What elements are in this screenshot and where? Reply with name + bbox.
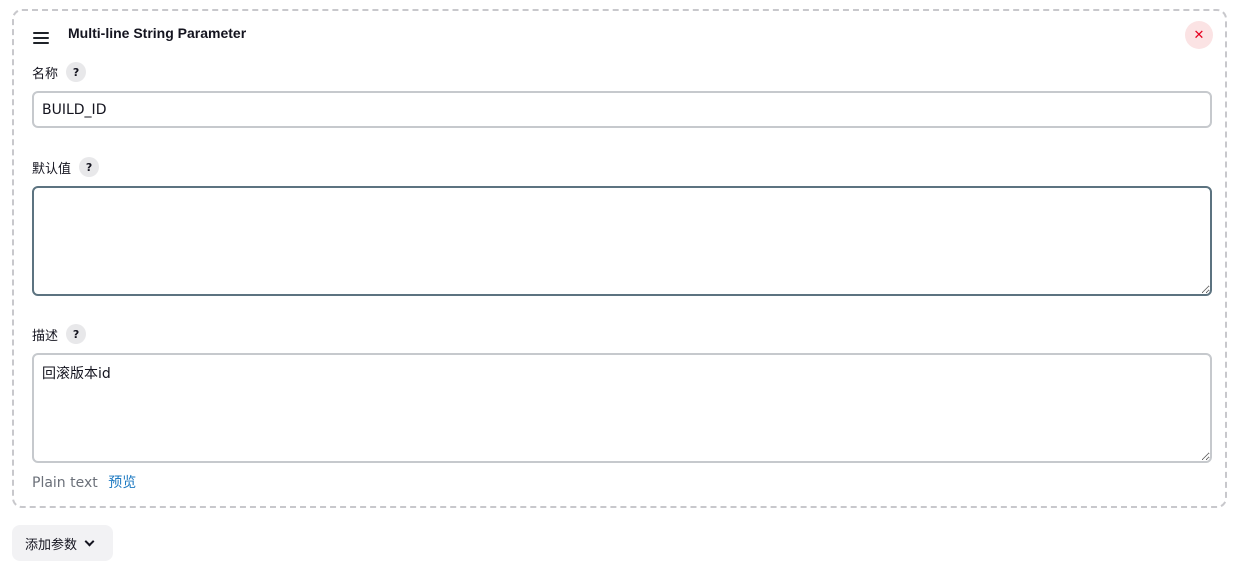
- plain-text-label: Plain text: [32, 475, 98, 491]
- default-value-label-text: 默认值: [32, 161, 72, 177]
- description-field-label: 描述 ?: [32, 324, 87, 344]
- default-value-textarea[interactable]: [32, 186, 1212, 296]
- format-links: Plain text 预览: [32, 472, 136, 492]
- name-label-text: 名称: [32, 66, 59, 82]
- preview-link[interactable]: 预览: [108, 475, 136, 491]
- parameter-card: Multi-line String Parameter ✕ 名称 ? 默认值 ?…: [12, 9, 1227, 508]
- close-icon[interactable]: ✕: [1185, 21, 1213, 49]
- default-value-field-label: 默认值 ?: [32, 157, 100, 177]
- description-textarea[interactable]: 回滚版本id: [32, 353, 1212, 463]
- name-help-icon[interactable]: ?: [66, 62, 87, 82]
- description-help-icon[interactable]: ?: [66, 324, 87, 344]
- name-field-label: 名称 ?: [32, 62, 87, 82]
- drag-handle-icon[interactable]: [33, 32, 49, 44]
- default-value-help-icon[interactable]: ?: [79, 157, 100, 177]
- chevron-down-icon: [84, 536, 95, 546]
- add-parameter-label: 添加参数: [25, 537, 78, 553]
- description-label-text: 描述: [32, 328, 59, 344]
- parameter-type-title: Multi-line String Parameter: [68, 25, 247, 41]
- add-parameter-button[interactable]: 添加参数: [12, 525, 113, 561]
- name-input[interactable]: [32, 91, 1212, 128]
